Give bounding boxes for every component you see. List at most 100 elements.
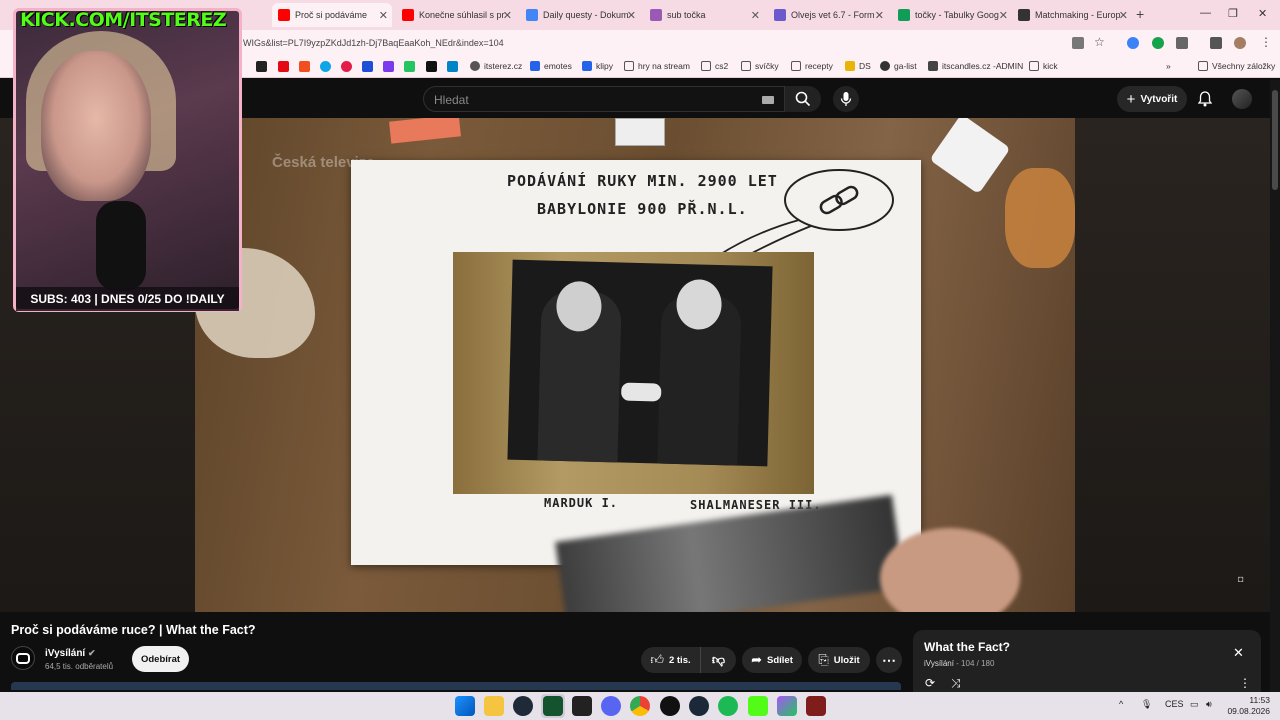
more-actions-button[interactable]: ⋯ bbox=[876, 647, 902, 673]
paypal-icon[interactable] bbox=[362, 61, 373, 72]
bookmark-folder[interactable]: cs2 bbox=[701, 61, 728, 71]
app-icon[interactable] bbox=[777, 696, 797, 716]
bottle-object bbox=[929, 118, 1011, 195]
all-bookmarks[interactable]: Všechny záložky bbox=[1198, 61, 1275, 71]
bookmark-label: emotes bbox=[544, 61, 572, 71]
search-button[interactable] bbox=[785, 86, 821, 112]
network-icon[interactable]: ▭ bbox=[1190, 699, 1199, 710]
chrome-icon[interactable] bbox=[630, 696, 650, 716]
bookmark-folder[interactable]: svíčky bbox=[741, 61, 779, 71]
subscribe-button[interactable]: Odebírat bbox=[132, 646, 189, 672]
app-icon[interactable] bbox=[543, 696, 563, 716]
language-indicator[interactable]: CES bbox=[1165, 699, 1184, 709]
url-text[interactable]: WIGs&list=PL7I9yzpZKdJd1zh-Dj7BaqEaaKoh_… bbox=[243, 38, 504, 48]
kick-icon[interactable] bbox=[748, 696, 768, 716]
chevron-up-icon[interactable]: ^ bbox=[1119, 699, 1123, 709]
clock-time[interactable]: 11:53 bbox=[1238, 695, 1270, 705]
volume-icon[interactable]: 🔊︎ bbox=[1206, 699, 1212, 710]
bookmark-star-icon[interactable]: ☆ bbox=[1094, 35, 1106, 49]
clock-date[interactable]: 09.08.2026 bbox=[1226, 706, 1270, 716]
bookmark-icon: ⎘ bbox=[818, 652, 829, 667]
voice-search-button[interactable] bbox=[833, 86, 859, 112]
notifications-bell-icon[interactable] bbox=[1198, 91, 1212, 107]
bookmark-folder[interactable]: recepty bbox=[791, 61, 833, 71]
channel-avatar[interactable] bbox=[11, 646, 35, 670]
more-bookmarks-icon[interactable]: » bbox=[1166, 61, 1171, 71]
avatar[interactable] bbox=[1232, 89, 1252, 109]
file-explorer-icon[interactable] bbox=[484, 696, 504, 716]
bookmark-ga-list[interactable]: ga-list bbox=[880, 61, 917, 71]
bookmark-icon[interactable] bbox=[383, 61, 394, 72]
bookmark-icon[interactable] bbox=[299, 61, 310, 72]
scrollbar-thumb[interactable] bbox=[1272, 90, 1278, 190]
playlist-title[interactable]: What the Fact? bbox=[924, 640, 1010, 654]
dislike-button[interactable]: 👎︎ bbox=[701, 647, 736, 673]
close-icon[interactable]: ✕ bbox=[627, 9, 636, 22]
close-icon[interactable]: ✕ bbox=[751, 9, 760, 22]
close-icon[interactable]: ✕ bbox=[875, 9, 884, 22]
extensions-puzzle-icon[interactable] bbox=[1176, 37, 1188, 49]
playlist-channel[interactable]: iVysílání bbox=[924, 659, 954, 668]
shuffle-icon[interactable]: ⤨ bbox=[951, 676, 961, 691]
close-icon[interactable]: ✕ bbox=[1119, 9, 1128, 22]
search-input[interactable]: Hledat bbox=[423, 86, 785, 112]
bookmark-admin[interactable]: itscandles.cz -ADMIN bbox=[928, 61, 1023, 71]
page-scrollbar[interactable] bbox=[1270, 80, 1280, 692]
keyboard-icon[interactable] bbox=[762, 96, 774, 104]
bookmark-emotes[interactable]: emotes bbox=[530, 61, 572, 71]
bookmark-icon[interactable] bbox=[320, 61, 331, 72]
tab[interactable]: Matchmaking - Europ ✕ bbox=[1012, 3, 1132, 27]
discord-icon[interactable] bbox=[601, 696, 621, 716]
obs-icon[interactable] bbox=[660, 696, 680, 716]
bookmark-icon[interactable] bbox=[404, 61, 415, 72]
more-horizontal-icon: ⋯ bbox=[882, 651, 896, 668]
minimize-icon[interactable]: — bbox=[1200, 7, 1211, 19]
new-tab-button[interactable]: + bbox=[1136, 6, 1144, 22]
microphone-icon[interactable]: 🎙︎ bbox=[1141, 699, 1152, 710]
sidebar-icon[interactable] bbox=[1210, 37, 1222, 49]
bookmark-icon[interactable] bbox=[426, 61, 437, 72]
app-icon[interactable] bbox=[572, 696, 592, 716]
loop-icon[interactable]: ⟳ bbox=[925, 676, 935, 690]
menu-icon[interactable]: ⋮ bbox=[1260, 35, 1272, 49]
app-icon[interactable] bbox=[806, 696, 826, 716]
app-icon[interactable] bbox=[513, 696, 533, 716]
channel-name[interactable]: iVysílání ✔ bbox=[45, 648, 96, 659]
spotify-icon[interactable] bbox=[718, 696, 738, 716]
close-icon[interactable]: ✕ bbox=[1233, 645, 1244, 661]
tab[interactable]: Konečne súhlasil s pr ✕ bbox=[396, 3, 516, 27]
bookmark-ds[interactable]: DS bbox=[845, 61, 871, 71]
bookmark-icon[interactable] bbox=[256, 61, 267, 72]
steam-icon[interactable] bbox=[689, 696, 709, 716]
profile-avatar[interactable] bbox=[1234, 37, 1246, 49]
share-button[interactable]: ➦ Sdílet bbox=[742, 647, 802, 673]
windows-start-icon[interactable] bbox=[455, 696, 475, 716]
close-icon[interactable]: ✕ bbox=[999, 9, 1008, 22]
create-button[interactable]: + Vytvořit bbox=[1117, 86, 1187, 112]
install-icon[interactable] bbox=[1072, 37, 1084, 49]
tab[interactable]: sub točka ✕ bbox=[644, 3, 764, 27]
bookmark-folder[interactable]: kick bbox=[1029, 61, 1058, 71]
description-box-edge[interactable] bbox=[11, 682, 901, 690]
maximize-icon[interactable]: ❐ bbox=[1228, 7, 1238, 20]
extension-icon[interactable] bbox=[1127, 37, 1139, 49]
tab[interactable]: Daily questy - Dokum ✕ bbox=[520, 3, 640, 27]
like-button[interactable]: 👍︎ 2 tis. bbox=[641, 647, 701, 673]
close-icon[interactable]: ✕ bbox=[503, 9, 512, 22]
bookmark-folder[interactable]: hry na stream bbox=[624, 61, 690, 71]
ct-logo-icon: ◘ bbox=[1238, 574, 1244, 584]
bookmark-icon[interactable] bbox=[341, 61, 352, 72]
close-window-icon[interactable]: ✕ bbox=[1258, 7, 1267, 20]
more-vertical-icon[interactable]: ⋮ bbox=[1239, 676, 1251, 690]
bookmark-icon[interactable] bbox=[447, 61, 458, 72]
tab[interactable]: točky - Tabulky Goog ✕ bbox=[892, 3, 1012, 27]
tab[interactable]: Olvejs vet 6.7 - Form ✕ bbox=[768, 3, 888, 27]
save-button[interactable]: ⎘ Uložit bbox=[808, 647, 870, 673]
bookmark-label: ga-list bbox=[894, 61, 917, 71]
bookmark-klipy[interactable]: klipy bbox=[582, 61, 613, 71]
tab-active[interactable]: Proč si podáváme ✕ bbox=[272, 3, 392, 27]
close-icon[interactable]: ✕ bbox=[379, 9, 388, 22]
bookmark-itsterez[interactable]: itsterez.cz bbox=[470, 61, 522, 71]
extension-icon[interactable] bbox=[1152, 37, 1164, 49]
netflix-icon[interactable] bbox=[278, 61, 289, 72]
